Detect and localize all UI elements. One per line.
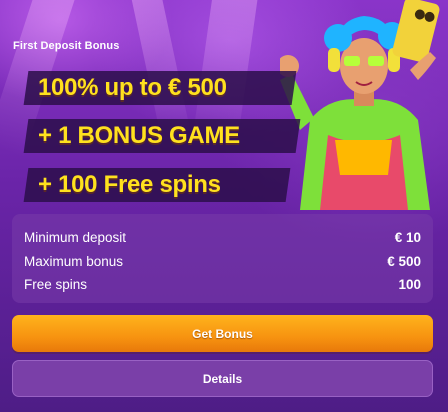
- details-row-free-spins: Free spins 100: [24, 277, 421, 297]
- details-row-value: € 10: [394, 230, 421, 245]
- details-row-value: 100: [398, 277, 421, 292]
- promo-line-free-spins: + 100 Free spins: [23, 168, 291, 202]
- bonus-title: First Deposit Bonus: [13, 40, 120, 52]
- details-button[interactable]: Details: [12, 360, 433, 397]
- bonus-details-panel: Minimum deposit € 10 Maximum bonus € 500…: [12, 214, 433, 303]
- details-row-minimum-deposit: Minimum deposit € 10: [24, 230, 421, 250]
- promo-line-text: + 100 Free spins: [38, 171, 221, 198]
- details-row-maximum-bonus: Maximum bonus € 500: [24, 254, 421, 274]
- details-row-label: Minimum deposit: [24, 230, 127, 245]
- details-row-label: Free spins: [24, 277, 88, 292]
- promo-line-bonus-game: + 1 BONUS GAME: [23, 119, 301, 153]
- promo-line-deposit-match: 100% up to € 500: [23, 71, 297, 105]
- promo-line-text: + 1 BONUS GAME: [38, 122, 240, 149]
- details-row-label: Maximum bonus: [24, 254, 124, 269]
- details-row-value: € 500: [387, 254, 421, 269]
- get-bonus-button[interactable]: Get Bonus: [12, 315, 433, 352]
- character-illustration: [280, 0, 440, 210]
- promo-line-text: 100% up to € 500: [38, 74, 227, 101]
